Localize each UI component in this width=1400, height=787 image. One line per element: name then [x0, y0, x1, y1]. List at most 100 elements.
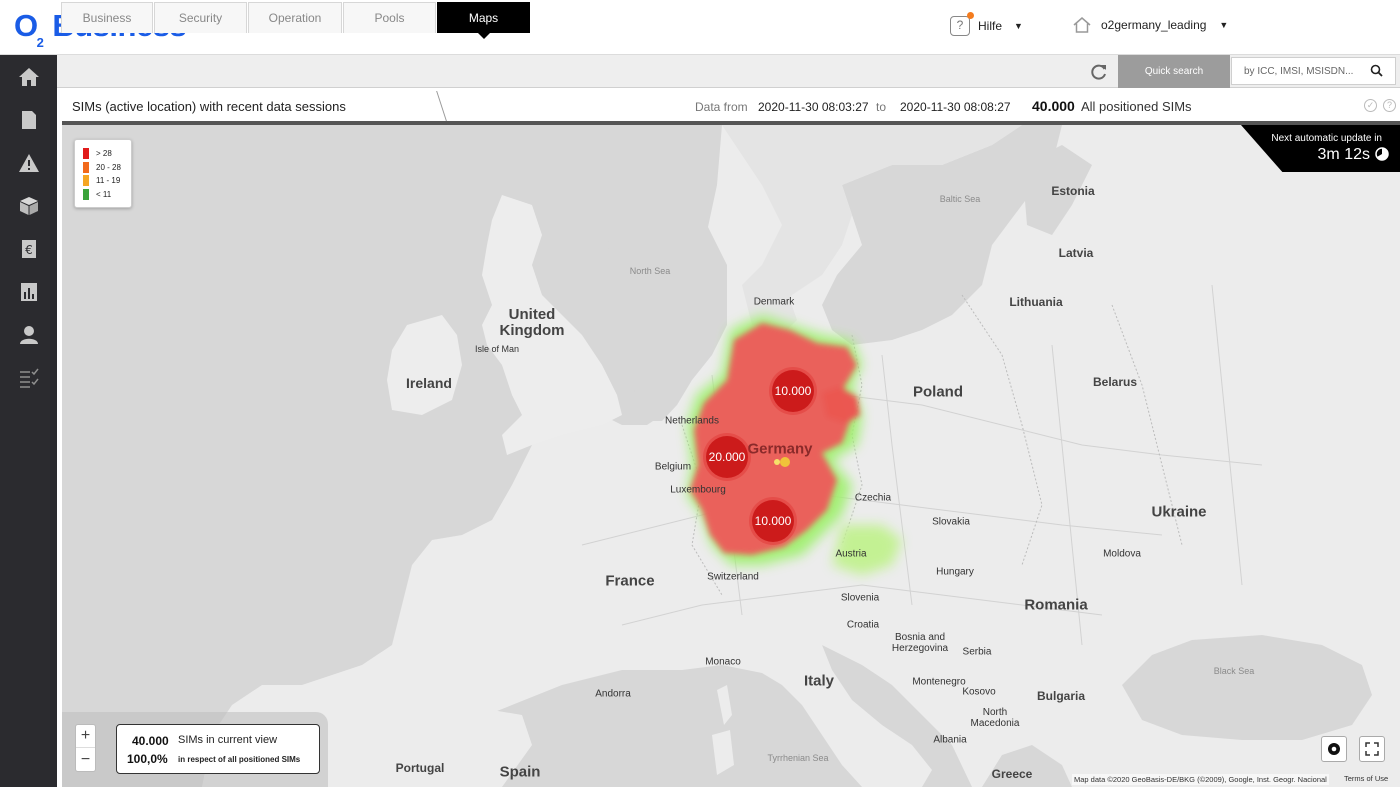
map-info-bar: SIMs (active location) with recent data … [62, 91, 1400, 127]
fullscreen-button[interactable] [1359, 736, 1385, 762]
sims-in-view-count: 40.000 [132, 734, 169, 748]
document-icon [21, 110, 36, 129]
label-lithuania: Lithuania [1009, 295, 1063, 309]
map-canvas[interactable]: North Sea Baltic Sea Black Sea Tyrrhenia… [62, 125, 1400, 787]
camera-icon [1328, 743, 1340, 755]
label-portugal: Portugal [395, 761, 445, 775]
sidebar-item-alerts[interactable] [0, 141, 57, 184]
account-menu[interactable]: o2germany_leading ▼ [1072, 16, 1228, 34]
label-belgium: Belgium [654, 461, 692, 473]
pause-timer-icon[interactable] [1375, 147, 1389, 161]
map-attribution: Map data ©2020 GeoBasis-DE/BKG (©2009), … [1072, 774, 1329, 785]
sims-in-view-label: SIMs in current view [178, 734, 278, 746]
sidebar-item-users[interactable] [0, 313, 57, 356]
sidebar-item-reports[interactable] [0, 270, 57, 313]
legend-item: < 11 [83, 188, 131, 202]
label-austria: Austria [835, 548, 867, 560]
refresh-icon[interactable] [1089, 62, 1109, 82]
zoom-in-button[interactable]: + [76, 725, 95, 748]
sim-cluster-marker[interactable]: 20.000 [706, 436, 748, 478]
label-slovenia: Slovenia [840, 592, 880, 604]
label-albania: Albania [933, 734, 967, 746]
legend-swatch [83, 188, 89, 200]
fullscreen-icon [1365, 742, 1379, 756]
sidebar-item-billing[interactable]: € [0, 227, 57, 270]
sim-cluster-marker[interactable]: 10.000 [772, 370, 814, 412]
sidebar-item-products[interactable] [0, 184, 57, 227]
label-romania: Romania [1024, 596, 1088, 614]
legend-swatch [83, 175, 89, 187]
label-netherlands: Netherlands [665, 415, 719, 427]
account-label: o2germany_leading [1101, 18, 1207, 32]
map-title: SIMs (active location) with recent data … [72, 99, 346, 114]
locate-button[interactable] [1321, 736, 1347, 762]
info-help-icon[interactable]: ? [1383, 99, 1396, 112]
label-north-macedonia: North Macedonia [970, 707, 1020, 729]
legend-item: 20 - 28 [83, 161, 131, 175]
total-positioned-count: 40.000 [1032, 98, 1075, 114]
sidebar-item-tasks[interactable] [0, 356, 57, 399]
legend-item: 11 - 19 [83, 174, 131, 188]
label-ukraine: Ukraine [1151, 503, 1207, 521]
total-positioned-label: All positioned SIMs [1081, 99, 1192, 114]
label-germany: Germany [747, 440, 813, 458]
label-montenegro: Montenegro [912, 676, 966, 688]
account-home-icon [1072, 16, 1092, 34]
sim-cluster-marker[interactable]: 10.000 [752, 500, 794, 542]
help-caret-icon: ▼ [1014, 21, 1023, 31]
label-greece: Greece [991, 767, 1033, 781]
sidebar-item-documents[interactable] [0, 98, 57, 141]
label-north-sea: North Sea [629, 266, 671, 276]
label-baltic-sea: Baltic Sea [939, 194, 981, 204]
zoom-out-button[interactable]: − [76, 748, 95, 771]
legend-swatch [83, 161, 89, 173]
label-spain: Spain [499, 763, 541, 781]
help-menu[interactable]: ? Hilfe ▼ [950, 12, 1023, 36]
auto-update-label: Next automatic update in [1271, 133, 1382, 144]
label-isle-of-man: Isle of Man [474, 344, 520, 354]
view-stats-box: 40.000 SIMs in current view 100,0% in re… [116, 724, 320, 774]
data-to-label: to [876, 100, 887, 114]
help-question-icon: ? [950, 12, 974, 36]
bar-chart-icon [20, 282, 37, 301]
euro-icon: € [21, 239, 36, 258]
legend-swatch [83, 148, 89, 160]
data-to-value: 2020-11-30 08:08:27 [900, 100, 1011, 114]
label-italy: Italy [803, 672, 835, 690]
data-from-value: 2020-11-30 08:03:27 [758, 100, 869, 114]
terms-of-use-link[interactable]: Terms of Use [1344, 774, 1388, 783]
label-tyrrhenian-sea: Tyrrhenian Sea [767, 753, 829, 763]
label-united-kingdom: United Kingdom [499, 306, 565, 339]
search-icon[interactable] [1370, 64, 1383, 77]
checklist-icon [19, 368, 39, 388]
label-hungary: Hungary [936, 566, 974, 578]
label-belarus: Belarus [1092, 375, 1138, 389]
home-icon [18, 67, 39, 86]
label-france: France [605, 572, 655, 590]
label-moldova: Moldova [1103, 548, 1141, 560]
auto-update-countdown: 3m 12s [1317, 146, 1370, 163]
map-controls-panel: + − 40.000 SIMs in current view 100,0% i… [62, 712, 328, 787]
legend-item: > 28 [83, 147, 131, 161]
quick-search-label: Quick search [1118, 55, 1230, 88]
label-serbia: Serbia [962, 646, 992, 658]
label-bosnia: Bosnia and Herzegovina [891, 632, 949, 654]
box-icon [19, 196, 38, 215]
help-label: Hilfe [978, 19, 1003, 33]
label-switzerland: Switzerland [707, 571, 759, 583]
heatmap-legend: > 28 20 - 28 11 - 19 < 11 [74, 139, 132, 208]
label-czechia: Czechia [854, 492, 892, 504]
label-slovakia: Slovakia [932, 516, 970, 528]
sidebar-item-home[interactable] [0, 55, 57, 98]
logo-o2: O2 [14, 8, 44, 51]
label-latvia: Latvia [1058, 246, 1094, 260]
tab-operation[interactable]: Operation [248, 2, 342, 33]
tab-pools[interactable]: Pools [343, 2, 436, 33]
warning-icon [18, 153, 39, 172]
label-monaco: Monaco [705, 656, 741, 668]
tab-business[interactable]: Business [61, 2, 153, 33]
settings-check-icon[interactable]: ✓ [1364, 99, 1377, 112]
tab-maps[interactable]: Maps [437, 2, 530, 39]
label-black-sea: Black Sea [1213, 666, 1255, 676]
tab-security[interactable]: Security [154, 2, 247, 33]
